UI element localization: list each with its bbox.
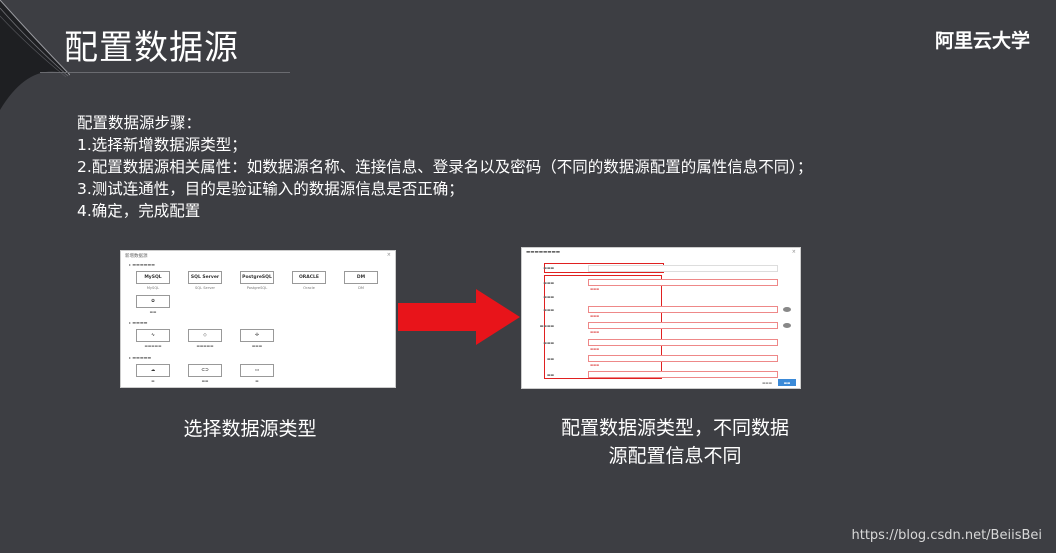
- tile-label: ▬▬▬▬▬: [144, 344, 162, 348]
- postgresql-tile: PostgreSQL: [240, 271, 274, 284]
- field-error: ▬▬▬: [590, 287, 600, 291]
- caption-right-line: 源配置信息不同: [608, 445, 742, 467]
- field-label: ▬▬: [546, 372, 554, 377]
- close-icon: ×: [791, 249, 796, 255]
- storage-tile-icon: ☁: [136, 364, 170, 377]
- dm-tile: DM: [344, 271, 378, 284]
- field-label: ▬▬▬: [543, 265, 554, 270]
- tile-label: SQL Server: [194, 286, 216, 290]
- watermark-url: https://blog.csdn.net/BeiisBei: [851, 528, 1043, 543]
- datasource-config-screenshot: ▬▬▬▬▬▬▬▬ × ▬▬▬ ▬▬▬ ▬▬▬ ▬▬▬ ▬▬▬ ▬▬▬ ▬▬▬▬ …: [521, 247, 801, 389]
- field-label: ▬▬▬▬: [539, 323, 554, 328]
- field-input: [588, 339, 778, 346]
- field-error: ▬▬▬: [590, 363, 600, 367]
- section-label: ▸ ▬▬▬▬▬▬: [129, 262, 155, 267]
- dialog-header: ▬▬▬▬▬▬▬▬: [526, 250, 561, 255]
- title-divider: [40, 72, 290, 73]
- field-input: [588, 279, 778, 286]
- bigdata-tile-icon: ∿: [136, 329, 170, 342]
- field-label: ▬▬▬: [543, 294, 554, 299]
- mysql-tile: MySQL: [136, 271, 170, 284]
- steps-heading: 配置数据源步骤：: [77, 114, 202, 132]
- field-label: ▬▬: [546, 356, 554, 361]
- tile-label: PostgreSQL: [246, 286, 268, 290]
- eye-icon: [783, 323, 791, 328]
- caption-left: 选择数据源类型: [183, 418, 317, 440]
- slide-title: 配置数据源: [64, 28, 239, 68]
- field-label: ▬▬▬: [543, 307, 554, 312]
- tile-label: Oracle: [303, 286, 315, 290]
- tile-label: ▬: [255, 379, 259, 383]
- db-tile-icon: ✿: [136, 295, 170, 308]
- brand-logo-text: 阿里云大学: [934, 30, 1030, 52]
- dialog-header: 新增数据源: [125, 254, 148, 259]
- sqlserver-tile: SQL Server: [188, 271, 222, 284]
- bigdata-tile-icon: ✣: [240, 329, 274, 342]
- field-input: [588, 306, 778, 313]
- step-item: 1.选择新增数据源类型；: [77, 136, 247, 154]
- storage-tile-icon: ▭: [240, 364, 274, 377]
- tile-label: MySQL: [146, 286, 160, 290]
- prev-button: ▬▬▬: [762, 381, 772, 385]
- field-label: ▬▬▬: [543, 340, 554, 345]
- eye-icon: [783, 307, 791, 312]
- field-input: [588, 265, 778, 272]
- confirm-button: ▬▬: [778, 379, 796, 386]
- field-error: ▬▬▬: [590, 330, 600, 334]
- field-error: ▬▬▬: [590, 314, 600, 318]
- field-input: [588, 371, 778, 378]
- field-input: [588, 355, 778, 362]
- bigdata-tile-icon: ◇: [188, 329, 222, 342]
- arrow-right-icon: [398, 289, 520, 345]
- steps-block: 配置数据源步骤： 1.选择新增数据源类型； 2.配置数据源相关属性：如数据源名称…: [77, 112, 813, 222]
- close-icon: ×: [386, 252, 391, 258]
- caption-right: 配置数据源类型，不同数据 源配置信息不同: [530, 414, 820, 470]
- tile-label: ▬▬▬: [251, 344, 263, 348]
- caption-right-line: 配置数据源类型，不同数据: [560, 417, 789, 439]
- step-item: 4.确定，完成配置: [77, 202, 201, 220]
- section-label: ▸ ▬▬▬▬▬: [129, 355, 152, 360]
- datasource-type-screenshot: 新增数据源 × ▸ ▬▬▬▬▬▬ MySQL MySQL SQL Server …: [120, 250, 396, 388]
- tile-label: ▬▬▬▬▬: [196, 344, 214, 348]
- corner-decoration: [0, 0, 70, 110]
- field-label: ▬▬▬: [543, 280, 554, 285]
- oracle-tile: ORACLE: [292, 271, 326, 284]
- storage-tile-icon: ⊂⊃: [188, 364, 222, 377]
- field-error: ▬▬▬: [590, 347, 600, 351]
- slide: 配置数据源 阿里云大学 配置数据源步骤： 1.选择新增数据源类型； 2.配置数据…: [0, 0, 1056, 553]
- step-item: 3.测试连通性，目的是验证输入的数据源信息是否正确；: [77, 180, 464, 198]
- field-input: [588, 322, 778, 329]
- tile-label: ▬▬: [201, 379, 209, 383]
- section-label: ▸ ▬▬▬▬: [129, 320, 148, 325]
- tile-label: ▬: [151, 379, 155, 383]
- tile-label: ▬▬: [149, 310, 157, 314]
- step-item: 2.配置数据源相关属性：如数据源名称、连接信息、登录名以及密码（不同的数据源配置…: [77, 158, 813, 176]
- tile-label: DM: [358, 286, 364, 290]
